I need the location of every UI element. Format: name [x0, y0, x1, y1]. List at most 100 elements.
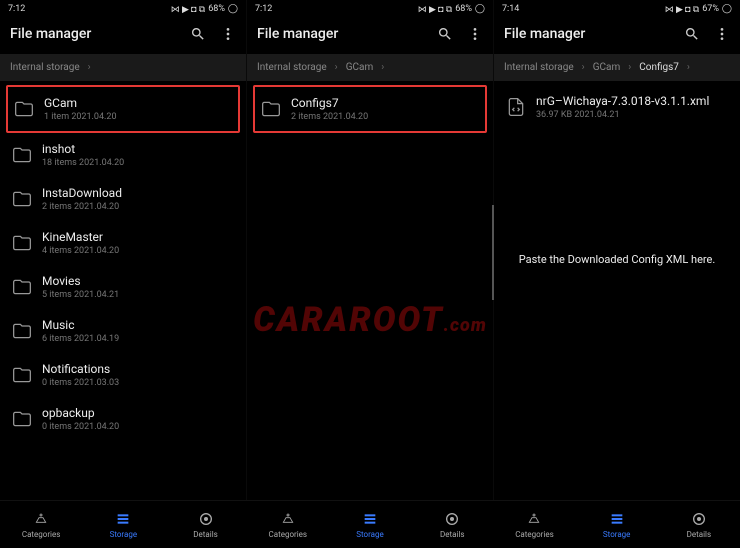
item-name: Music — [42, 318, 234, 332]
nav-storage[interactable]: Storage — [576, 501, 658, 548]
status-bar: 7:14⋈ ▶ ◘ ⧉ 67% ◯ — [494, 0, 740, 18]
title-bar: File manager — [494, 18, 740, 54]
nav-details[interactable]: Details — [411, 501, 493, 548]
search-icon[interactable] — [190, 26, 206, 42]
item-name: nrG–Wichaya-7.3.018-v3.1.1.xml — [536, 94, 728, 108]
item-meta: 1 item 2021.04.20 — [44, 112, 232, 122]
folder-icon — [12, 189, 32, 209]
list-item[interactable]: Music 6 items 2021.04.19 — [6, 309, 240, 353]
more-icon[interactable] — [467, 26, 483, 42]
nav-label: Details — [440, 530, 464, 539]
breadcrumb: Internal storage›GCam› — [247, 54, 493, 81]
breadcrumb-item[interactable]: Internal storage — [257, 62, 327, 73]
status-bar: 7:12 ⋈ ▶ ◘ ⧉ 68% ◯ — [0, 0, 246, 18]
nav-group: Categories Storage Details — [493, 501, 740, 548]
page-title: File manager — [257, 26, 338, 42]
list-item[interactable]: nrG–Wichaya-7.3.018-v3.1.1.xml36.97 KB 2… — [500, 85, 734, 129]
categories-icon — [280, 511, 296, 527]
item-name: inshot — [42, 142, 234, 156]
panel-2: 7:14⋈ ▶ ◘ ⧉ 67% ◯File managerInternal st… — [494, 0, 740, 500]
bottom-nav: Categories Storage Details Categories Storag… — [0, 500, 740, 548]
search-icon[interactable] — [684, 26, 700, 42]
page-title: File manager — [504, 26, 585, 42]
panel-0: 7:12 ⋈ ▶ ◘ ⧉ 68% ◯ File manager Internal st… — [0, 0, 247, 500]
nav-label: Storage — [110, 530, 138, 539]
instruction-text: Paste the Downloaded Config XML here. — [494, 253, 740, 266]
nav-label: Storage — [603, 530, 631, 539]
storage-icon — [362, 511, 378, 527]
item-name: Notifications — [42, 362, 234, 376]
panel-1: 7:12⋈ ▶ ◘ ⧉ 68% ◯ File manager Internal st… — [247, 0, 494, 500]
item-meta: 18 items 2021.04.20 — [42, 158, 234, 168]
page-title: File manager — [10, 26, 91, 42]
more-icon[interactable] — [220, 26, 236, 42]
list-item[interactable]: Movies5 items 2021.04.21 — [6, 265, 240, 309]
status-time: 7:14 — [502, 4, 519, 14]
status-battery: 67% — [702, 4, 719, 14]
folder-icon — [12, 145, 32, 165]
list-item[interactable]: GCam 1 item 2021.04.20 — [6, 85, 240, 133]
breadcrumb-item[interactable]: GCam — [593, 62, 621, 73]
search-icon[interactable] — [437, 26, 453, 42]
breadcrumb: Internal storage›GCam›Configs7› — [494, 54, 740, 81]
storage-icon — [115, 511, 131, 527]
nav-storage[interactable]: Storage — [329, 501, 411, 548]
item-name: opbackup — [42, 406, 234, 420]
list-item[interactable]: KineMaster 4 items 2021.04.20 — [6, 221, 240, 265]
chevron-right-icon: › — [628, 62, 631, 73]
item-name: InstaDownload — [42, 186, 234, 200]
item-meta: 2 items 2021.04.20 — [291, 112, 479, 122]
item-meta: 0 items 2021.03.03 — [42, 378, 234, 388]
breadcrumb: Internal storage › — [0, 54, 246, 81]
details-icon — [444, 511, 460, 527]
more-icon[interactable] — [714, 26, 730, 42]
nav-storage[interactable]: Storage — [82, 501, 164, 548]
folder-icon — [12, 277, 32, 297]
breadcrumb-item[interactable]: Internal storage — [10, 62, 80, 73]
file-xml-icon — [506, 97, 526, 117]
item-meta: 4 items 2021.04.20 — [42, 246, 234, 256]
folder-icon — [12, 409, 32, 429]
list-item[interactable]: opbackup 0 items 2021.04.20 — [6, 397, 240, 441]
status-battery: 68% — [208, 4, 225, 14]
list-item[interactable]: Configs72 items 2021.04.20 — [253, 85, 487, 133]
nav-details[interactable]: Details — [658, 501, 740, 548]
status-bar: 7:12⋈ ▶ ◘ ⧉ 68% ◯ — [247, 0, 493, 18]
status-time: 7:12 — [8, 4, 25, 14]
nav-label: Categories — [22, 530, 61, 539]
folder-icon — [12, 365, 32, 385]
nav-categories[interactable]: Categories — [0, 501, 82, 548]
item-name: KineMaster — [42, 230, 234, 244]
breadcrumb-item[interactable]: Internal storage — [504, 62, 574, 73]
folder-icon — [12, 233, 32, 253]
item-meta: 5 items 2021.04.21 — [42, 290, 234, 300]
status-icons: ⋈ ▶ ◘ ⧉ — [665, 4, 699, 15]
battery-ring-icon: ◯ — [228, 4, 238, 14]
nav-label: Categories — [269, 530, 308, 539]
nav-details[interactable]: Details — [164, 501, 246, 548]
file-list: Configs72 items 2021.04.20 — [247, 81, 493, 500]
folder-icon — [14, 99, 34, 119]
breadcrumb-item[interactable]: Configs7 — [639, 62, 679, 73]
status-battery: 68% — [455, 4, 472, 14]
nav-categories[interactable]: Categories — [493, 501, 575, 548]
list-item[interactable]: Notifications 0 items 2021.03.03 — [6, 353, 240, 397]
file-list: GCam 1 item 2021.04.20 inshot 18 items 2021… — [0, 81, 246, 500]
list-item[interactable]: inshot 18 items 2021.04.20 — [6, 133, 240, 177]
battery-ring-icon: ◯ — [475, 4, 485, 14]
item-meta: 0 items 2021.04.20 — [42, 422, 234, 432]
nav-label: Details — [193, 530, 217, 539]
item-meta: 6 items 2021.04.19 — [42, 334, 234, 344]
item-meta: 2 items 2021.04.20 — [42, 202, 234, 212]
folder-icon — [261, 99, 281, 119]
nav-categories[interactable]: Categories — [247, 501, 329, 548]
breadcrumb-item[interactable]: GCam — [346, 62, 374, 73]
chevron-right-icon: › — [88, 62, 91, 73]
nav-label: Details — [687, 530, 711, 539]
status-icons: ⋈ ▶ ◘ ⧉ — [171, 4, 205, 15]
list-item[interactable]: InstaDownload 2 items 2021.04.20 — [6, 177, 240, 221]
item-name: GCam — [44, 96, 232, 110]
details-icon — [691, 511, 707, 527]
nav-group: Categories Storage Details — [0, 501, 247, 548]
chevron-right-icon: › — [381, 62, 384, 73]
